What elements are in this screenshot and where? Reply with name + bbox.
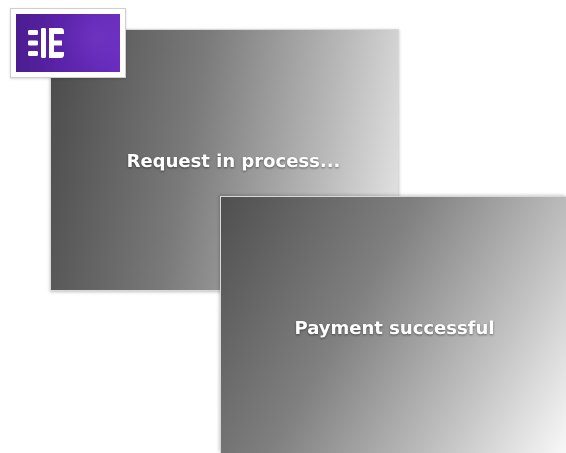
processing-message: Request in process... bbox=[126, 150, 341, 172]
success-message: Payment successful bbox=[294, 317, 495, 339]
logo-tile bbox=[16, 14, 120, 72]
app-logo bbox=[10, 8, 126, 78]
success-screen: Payment successful bbox=[220, 196, 566, 453]
chip-card-icon bbox=[28, 28, 64, 58]
